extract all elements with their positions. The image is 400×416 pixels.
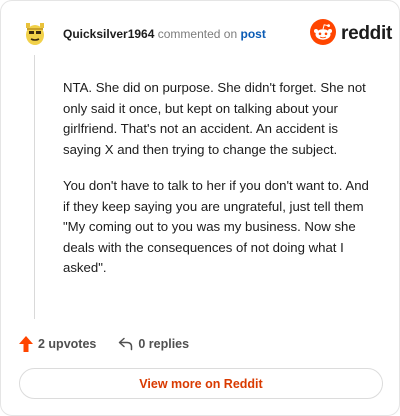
- comment-paragraph: NTA. She did on purpose. She didn't forg…: [63, 80, 366, 157]
- upvote-arrow-icon: [19, 336, 33, 352]
- replies-button[interactable]: 0 replies: [118, 337, 189, 351]
- reddit-logo-icon: [310, 18, 336, 50]
- username-link[interactable]: Quicksilver1964: [63, 27, 154, 41]
- view-more-button[interactable]: View more on Reddit: [19, 368, 383, 399]
- thread-line: [34, 55, 35, 319]
- user-avatar-icon[interactable]: [23, 21, 47, 47]
- post-link[interactable]: post: [240, 27, 265, 41]
- comment-actions: 2 upvotes 0 replies: [19, 336, 189, 352]
- reddit-logo[interactable]: reddit: [310, 18, 392, 50]
- upvotes-count: 2 upvotes: [38, 337, 97, 351]
- comment-body: NTA. She did on purpose. She didn't forg…: [63, 78, 379, 295]
- replies-count: 0 replies: [138, 337, 190, 351]
- upvote-button[interactable]: 2 upvotes: [19, 336, 96, 352]
- embedded-comment-card: Quicksilver1964 commented on post reddit…: [0, 0, 400, 416]
- comment-header: Quicksilver1964 commented on post: [63, 27, 266, 41]
- reddit-wordmark: reddit: [341, 23, 392, 44]
- comment-paragraph: You don't have to talk to her if you don…: [63, 178, 369, 275]
- commented-on-text: commented on: [157, 27, 238, 41]
- reply-arrow-icon: [118, 337, 133, 351]
